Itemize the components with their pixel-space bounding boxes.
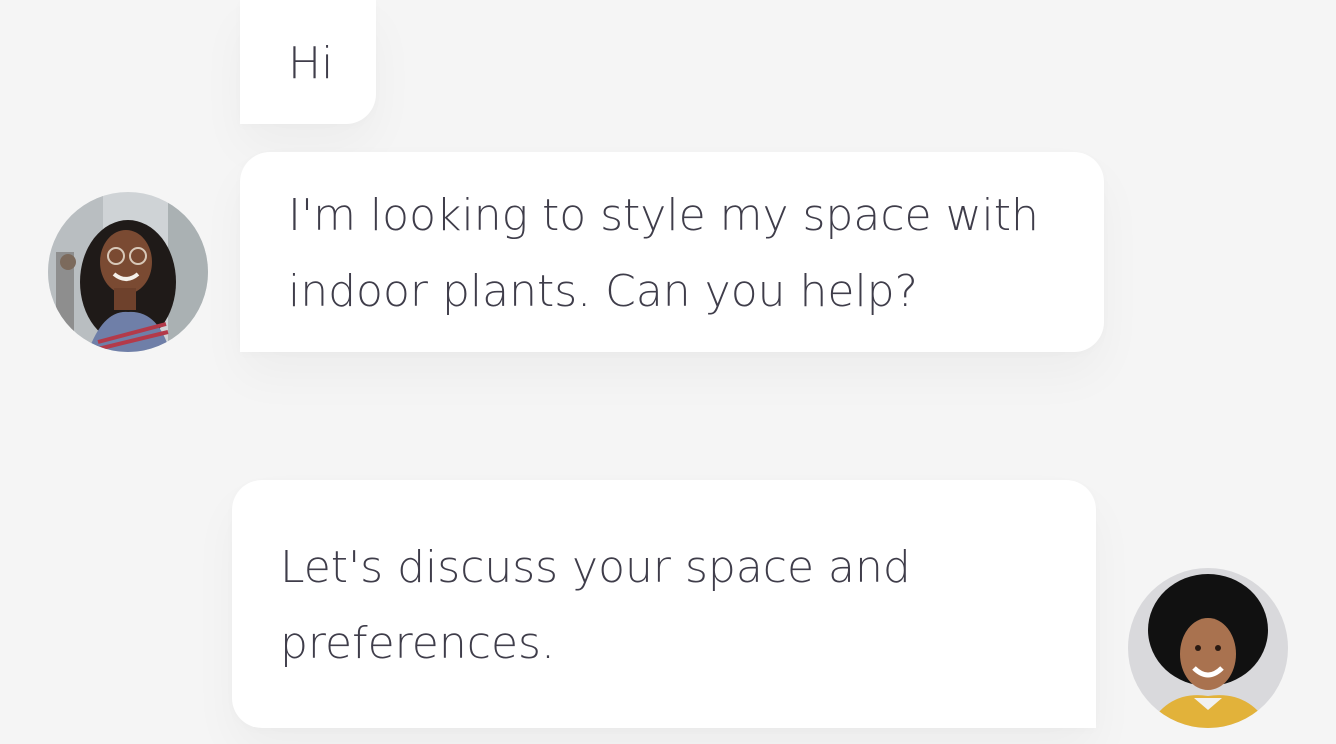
user-message-bubble: Hi bbox=[240, 0, 376, 124]
assistant-avatar bbox=[1128, 568, 1288, 728]
message-text: Hi bbox=[288, 38, 334, 89]
assistant-message-bubble: Let's discuss your space and preferences… bbox=[232, 480, 1096, 728]
user-avatar bbox=[48, 192, 208, 352]
message-text: I'm looking to style my space with indoo… bbox=[288, 190, 1039, 317]
message-text: Let's discuss your space and preferences… bbox=[280, 542, 911, 669]
user-message-bubble: I'm looking to style my space with indoo… bbox=[240, 152, 1104, 352]
